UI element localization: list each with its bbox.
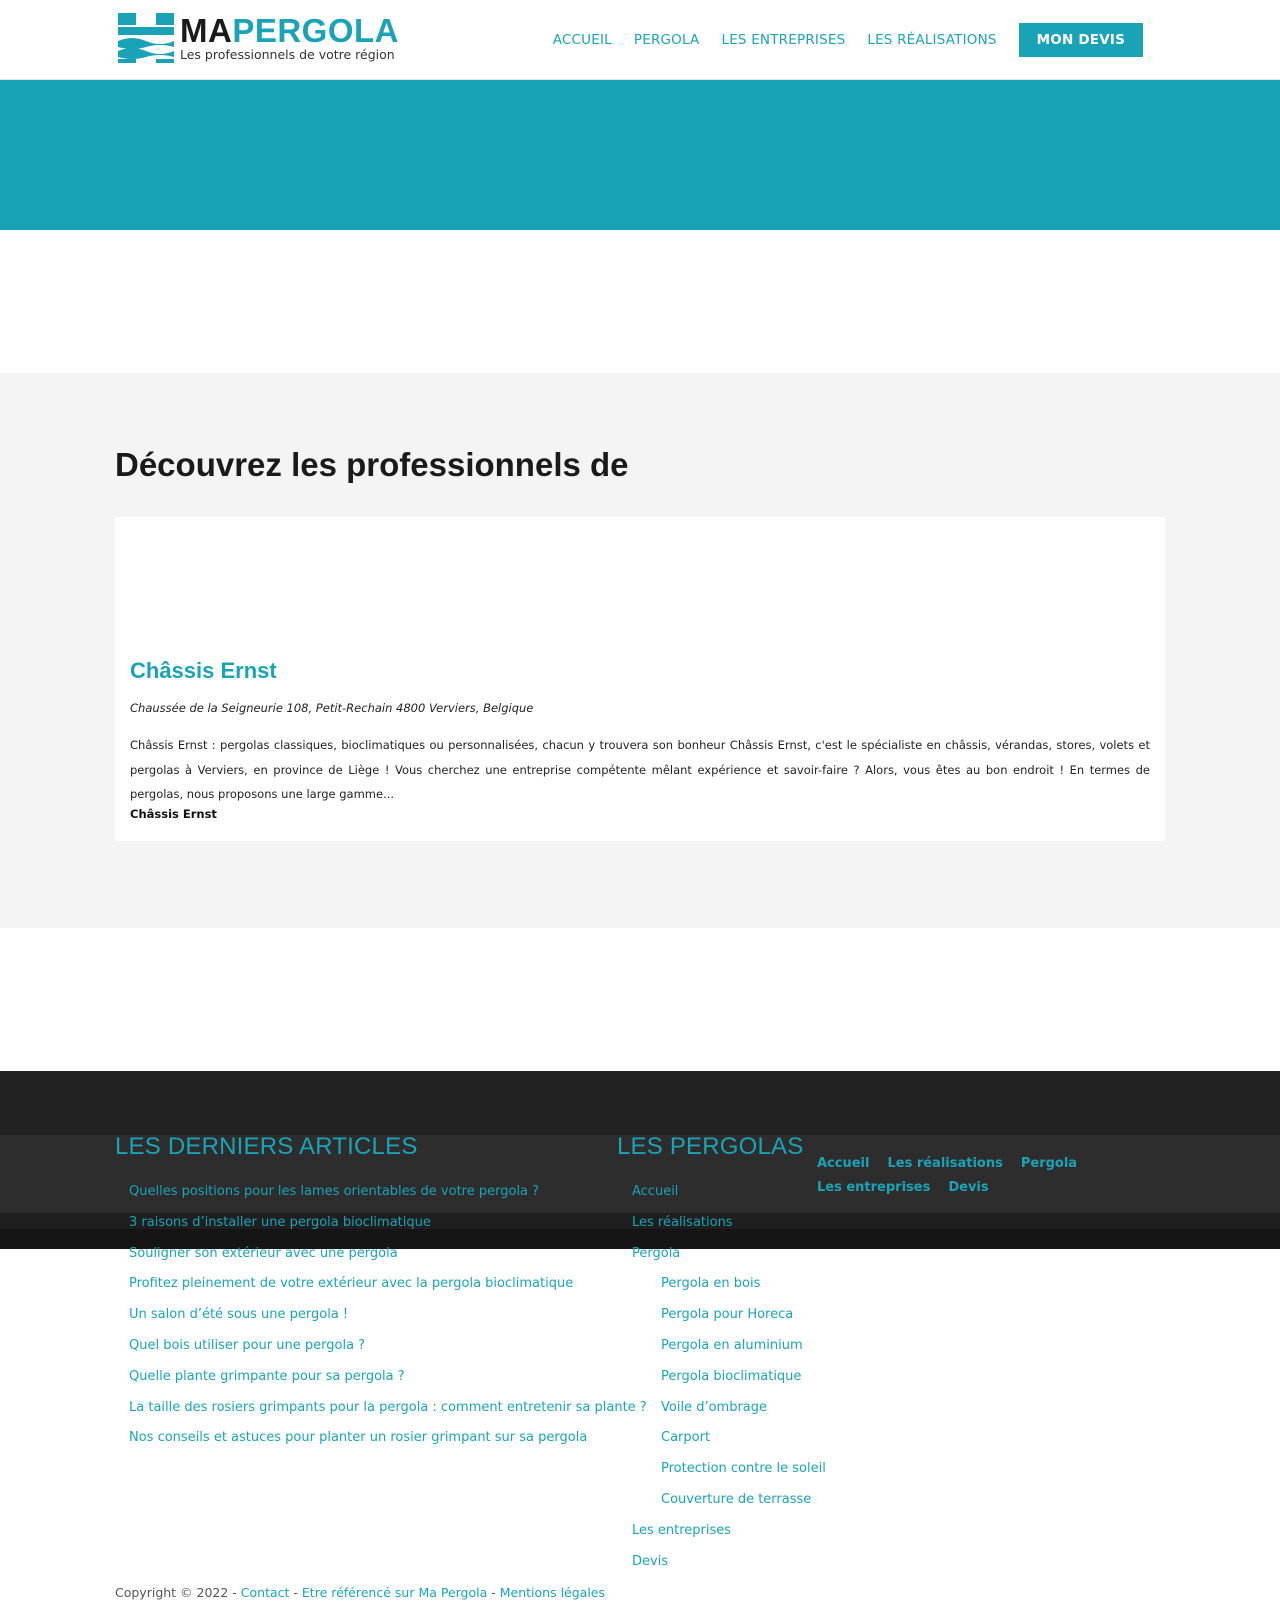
- list-item: Profitez pleinement de votre extérieur a…: [129, 1269, 647, 1300]
- pergola-link-couverture[interactable]: Couverture de terrasse: [661, 1492, 811, 1507]
- mon-devis-button[interactable]: MON DEVIS: [1018, 22, 1143, 57]
- copyright: Copyright © 2022 - Contact - Etre référe…: [115, 1585, 605, 1600]
- hero-banner: [0, 80, 1280, 230]
- article-link[interactable]: Quelles positions pour les lames orienta…: [129, 1184, 539, 1199]
- pergola-link-devis[interactable]: Devis: [632, 1554, 668, 1569]
- list-item: Quel bois utiliser pour une pergola ?: [129, 1331, 647, 1362]
- pergola-link-entreprises[interactable]: Les entreprises: [632, 1523, 731, 1538]
- list-item: Voile d’ombrage: [632, 1393, 826, 1424]
- list-item: Devis: [632, 1547, 826, 1578]
- company-card: Châssis Ernst Chaussée de la Seigneurie …: [115, 517, 1165, 841]
- list-item: Pergola pour Horeca: [632, 1300, 826, 1331]
- list-item: Quelle plante grimpante pour sa pergola …: [129, 1362, 647, 1393]
- pergola-link-pergola[interactable]: Pergola: [632, 1246, 680, 1261]
- logo-title: MAPERGOLA: [180, 14, 399, 47]
- list-item: Nos conseils et astuces pour planter un …: [129, 1423, 647, 1454]
- contact-link[interactable]: Contact: [241, 1585, 290, 1600]
- footer-articles-title: LES DERNIERS ARTICLES: [115, 1133, 418, 1160]
- list-item: Les réalisations: [632, 1208, 826, 1239]
- list-item: Les entreprises: [632, 1516, 826, 1547]
- article-link[interactable]: La taille des rosiers grimpants pour la …: [129, 1400, 647, 1415]
- list-item: La taille des rosiers grimpants pour la …: [129, 1393, 647, 1424]
- footer-inline-pergola[interactable]: Pergola: [1021, 1152, 1077, 1176]
- list-item: Souligner son extérieur avec une pergola: [129, 1239, 647, 1270]
- article-link[interactable]: Un salon d’été sous une pergola !: [129, 1307, 348, 1322]
- pergola-link-protection[interactable]: Protection contre le soleil: [661, 1461, 826, 1476]
- company-address: Chaussée de la Seigneurie 108, Petit-Rec…: [130, 701, 534, 715]
- list-item: Un salon d’été sous une pergola !: [129, 1300, 647, 1331]
- nav-les-realisations[interactable]: LES RÉALISATIONS: [867, 32, 996, 48]
- pergola-link-bois[interactable]: Pergola en bois: [661, 1276, 760, 1291]
- company-description: Châssis Ernst : pergolas classiques, bio…: [130, 738, 1150, 801]
- main-nav: ACCUEIL PERGOLA LES ENTREPRISES LES RÉAL…: [531, 22, 1143, 57]
- footer-inline-realisations[interactable]: Les réalisations: [887, 1152, 1002, 1176]
- company-footer-name: Châssis Ernst: [130, 807, 217, 821]
- nav-les-entreprises[interactable]: LES ENTREPRISES: [721, 32, 845, 48]
- list-item: Pergola bioclimatique: [632, 1362, 826, 1393]
- logo-title-pergola: PERGOLA: [232, 12, 400, 50]
- list-item: Accueil: [632, 1177, 826, 1208]
- footer-pergolas-title: LES PERGOLAS: [617, 1133, 804, 1160]
- company-name-link[interactable]: Châssis Ernst: [130, 658, 277, 684]
- logo-icon: [118, 13, 174, 63]
- article-link[interactable]: Profitez pleinement de votre extérieur a…: [129, 1276, 573, 1291]
- list-item: Pergola en bois: [632, 1269, 826, 1300]
- nav-pergola[interactable]: PERGOLA: [634, 32, 700, 48]
- footer-pergolas-list: Accueil Les réalisations Pergola Pergola…: [632, 1177, 826, 1577]
- mentions-legales-link[interactable]: Mentions légales: [500, 1585, 605, 1600]
- pergola-link-carport[interactable]: Carport: [661, 1430, 710, 1445]
- list-item: Protection contre le soleil: [632, 1454, 826, 1485]
- list-item: Pergola: [632, 1239, 826, 1270]
- logo-title-ma: MA: [180, 12, 233, 50]
- site-header: MAPERGOLA Les professionnels de votre ré…: [0, 0, 1280, 80]
- pergola-link-horeca[interactable]: Pergola pour Horeca: [661, 1307, 793, 1322]
- article-link[interactable]: 3 raisons d’installer une pergola biocli…: [129, 1215, 431, 1230]
- list-item: Pergola en aluminium: [632, 1331, 826, 1362]
- pergola-link-realisations[interactable]: Les réalisations: [632, 1215, 733, 1230]
- list-item: Carport: [632, 1423, 826, 1454]
- article-link[interactable]: Quelle plante grimpante pour sa pergola …: [129, 1369, 405, 1384]
- footer-inline-entreprises[interactable]: Les entreprises: [817, 1176, 930, 1200]
- pergola-link-bioclimatique[interactable]: Pergola bioclimatique: [661, 1369, 801, 1384]
- list-item: Quelles positions pour les lames orienta…: [129, 1177, 647, 1208]
- copyright-separator: -: [487, 1585, 500, 1600]
- nav-accueil[interactable]: ACCUEIL: [553, 32, 612, 48]
- footer-inline-devis[interactable]: Devis: [948, 1176, 988, 1200]
- page-title: Découvrez les professionnels de: [115, 446, 629, 483]
- list-item: 3 raisons d’installer une pergola biocli…: [129, 1208, 647, 1239]
- site-logo[interactable]: MAPERGOLA Les professionnels de votre ré…: [118, 12, 399, 64]
- article-link[interactable]: Souligner son extérieur avec une pergola: [129, 1246, 398, 1261]
- article-link[interactable]: Quel bois utiliser pour une pergola ?: [129, 1338, 365, 1353]
- footer-inline-nav: Accueil Les réalisations Pergola Les entre…: [817, 1152, 1097, 1200]
- pergola-link-aluminium[interactable]: Pergola en aluminium: [661, 1338, 803, 1353]
- copyright-text: Copyright © 2022 -: [115, 1585, 241, 1600]
- copyright-separator: -: [289, 1585, 302, 1600]
- pergola-link-voile[interactable]: Voile d’ombrage: [661, 1400, 767, 1415]
- referencement-link[interactable]: Etre référencé sur Ma Pergola: [302, 1585, 487, 1600]
- footer-articles-list: Quelles positions pour les lames orienta…: [129, 1177, 647, 1454]
- pergola-link-accueil[interactable]: Accueil: [632, 1184, 678, 1199]
- list-item: Couverture de terrasse: [632, 1485, 826, 1516]
- logo-tagline: Les professionnels de votre région: [180, 47, 395, 63]
- footer-inline-accueil[interactable]: Accueil: [817, 1152, 869, 1176]
- article-link[interactable]: Nos conseils et astuces pour planter un …: [129, 1430, 587, 1445]
